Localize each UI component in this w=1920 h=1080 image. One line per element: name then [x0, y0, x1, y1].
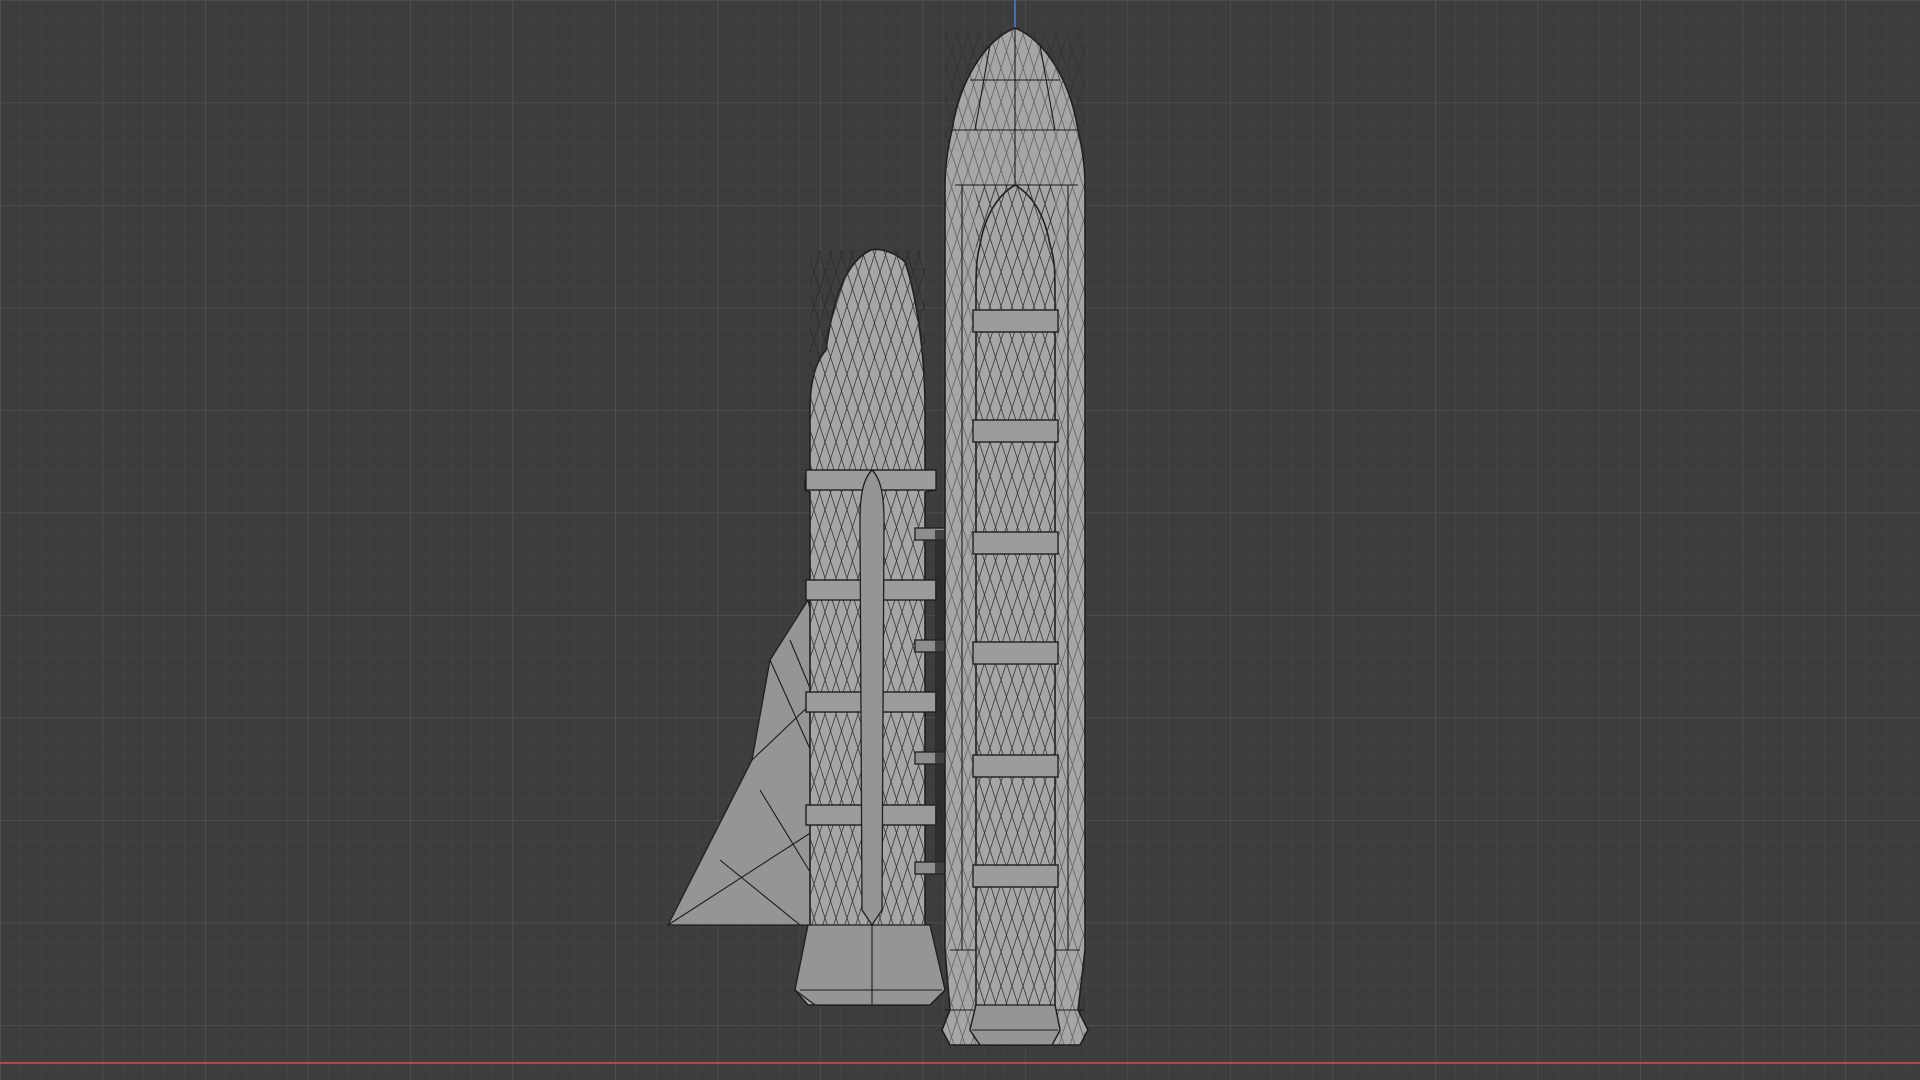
booster-band-2	[972, 419, 1059, 443]
booster-band-4	[972, 641, 1059, 665]
solid-rocket-booster-mesh[interactable]	[969, 184, 1061, 1046]
booster-band-3	[972, 531, 1059, 555]
viewport-canvas[interactable]	[0, 0, 1920, 1080]
booster-nozzle	[969, 1004, 1061, 1046]
orbiter-spine	[859, 469, 885, 927]
3d-viewport[interactable]	[0, 0, 1920, 1080]
booster-band-6	[972, 864, 1059, 888]
booster-band-5	[972, 754, 1059, 778]
booster-band-1	[972, 309, 1059, 333]
orbiter-engine-section	[794, 924, 946, 1006]
